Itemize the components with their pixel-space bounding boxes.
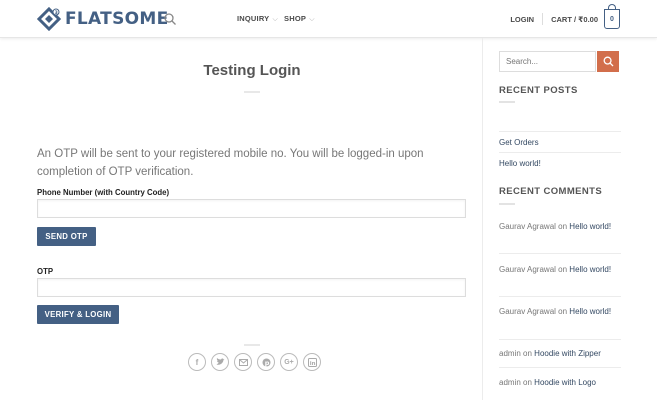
list-divider [499,152,621,153]
twitter-icon[interactable] [211,353,229,371]
send-otp-button[interactable]: SEND OTP [37,227,96,246]
heading-underline [499,101,515,103]
post-link-hello-world[interactable]: Hello world! [499,159,541,168]
post-link-get-orders[interactable]: Get Orders [499,138,539,147]
title-divider [244,91,260,93]
comment-item: Gaurav Agrawal on Hello world! [499,265,612,274]
nav-item-inquiry[interactable]: INQUIRY ⌵ [237,14,278,24]
list-divider [499,131,621,132]
list-divider [499,296,621,297]
main-nav: INQUIRY ⌵ SHOP ⌵ [237,14,315,24]
list-divider [499,339,621,340]
comment-post-link[interactable]: Hoodie with Zipper [534,349,601,358]
cart-link[interactable]: CART / ₹0.00 [551,15,598,24]
sidebar-divider [482,38,483,400]
phone-label: Phone Number (with Country Code) [37,188,170,197]
list-divider [499,253,621,254]
share-icons: f p G+ in [188,353,321,371]
otp-instructions: An OTP will be sent to your registered m… [37,148,424,178]
comment-item: admin on Hoodie with Zipper [499,349,601,358]
facebook-icon[interactable]: f [188,353,206,371]
phone-number-input[interactable] [37,199,466,218]
comment-item: admin on Hoodie with Logo [499,378,596,387]
pinterest-icon[interactable]: p [257,353,275,371]
header-divider [542,13,544,25]
logo-icon: 3 [37,7,61,31]
site-logo[interactable]: 3 FLATSOME [37,7,169,31]
site-header: 3 FLATSOME INQUIRY ⌵ SHOP ⌵ LOGIN CART /… [0,0,657,38]
nav-item-shop[interactable]: SHOP ⌵ [284,14,315,24]
cart-count: 0 [610,15,614,23]
linkedin-icon[interactable]: in [303,353,321,371]
comment-post-link[interactable]: Hoodie with Logo [534,378,596,387]
comment-item: Gaurav Agrawal on Hello world! [499,222,612,231]
comment-post-link[interactable]: Hello world! [569,307,611,316]
chevron-down-icon: ⌵ [307,16,315,23]
sidebar-search-button[interactable] [597,51,619,72]
svg-text:3: 3 [55,10,58,16]
comment-post-link[interactable]: Hello world! [569,222,611,231]
recent-comments-heading: RECENT COMMENTS [499,186,603,197]
svg-text:p: p [264,359,269,367]
google-plus-icon[interactable]: G+ [280,353,298,371]
email-icon[interactable] [234,353,252,371]
search-icon [603,56,613,67]
cart-icon[interactable]: 0 [604,4,620,29]
logo-text: FLATSOME [65,9,169,29]
comment-post-link[interactable]: Hello world! [569,265,611,274]
login-link[interactable]: LOGIN [510,15,534,24]
verify-login-button[interactable]: VERIFY & LOGIN [37,305,119,324]
svg-text:in: in [309,361,315,367]
otp-label: OTP [37,267,54,276]
chevron-down-icon: ⌵ [270,16,279,23]
search-icon[interactable] [163,12,177,26]
header-account-area: LOGIN CART / ₹0.00 0 [510,4,620,29]
heading-underline [499,203,515,205]
sidebar-search-input[interactable] [499,51,596,72]
otp-input[interactable] [37,278,466,297]
share-divider [244,344,260,346]
recent-posts-heading: RECENT POSTS [499,85,578,96]
list-divider [499,367,621,368]
comment-item: Gaurav Agrawal on Hello world! [499,307,612,316]
page-title: Testing Login [203,62,301,79]
